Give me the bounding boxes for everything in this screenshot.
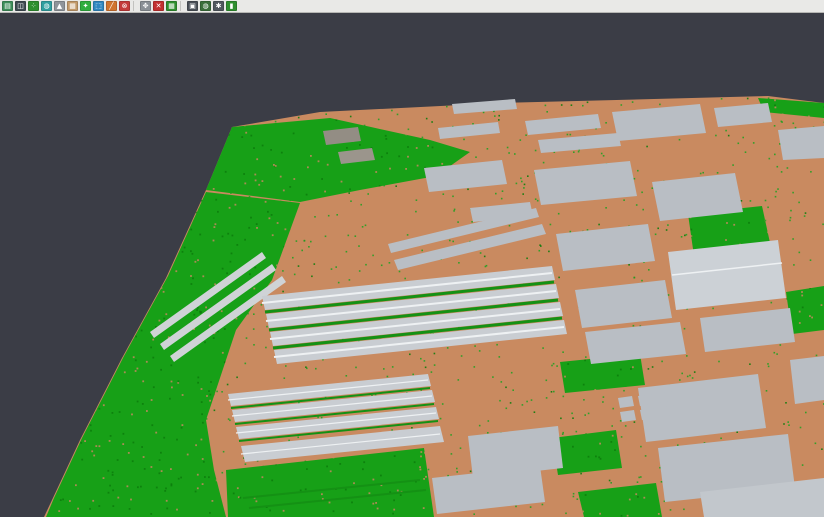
chart-icon[interactable]: ▮ — [226, 1, 237, 11]
toolbar-separator — [180, 1, 184, 11]
delete-selection-icon[interactable]: ⊗ — [119, 1, 130, 11]
building — [778, 126, 824, 160]
toolbar-separator — [133, 1, 137, 11]
small-unit — [620, 410, 636, 422]
building — [668, 240, 786, 310]
small-unit — [618, 396, 634, 408]
navigation-icon[interactable]: ✥ — [140, 1, 151, 11]
viewport-3d[interactable] — [0, 0, 824, 517]
vegetation-patch — [552, 430, 622, 475]
globe-icon[interactable]: ◍ — [200, 1, 211, 11]
ruler-icon[interactable]: ╱ — [106, 1, 117, 11]
building — [790, 356, 824, 404]
small-unit — [658, 391, 674, 403]
region-select-icon[interactable]: ⬚ — [93, 1, 104, 11]
toolbar: ▤◫⁘◍▲▦✦⬚╱⊗✥✕▦▣◍✱▮ — [0, 0, 824, 13]
point-cloud-scene — [0, 0, 824, 517]
grid-icon[interactable]: ▦ — [166, 1, 177, 11]
camera-icon[interactable]: ▣ — [187, 1, 198, 11]
settings-icon[interactable]: ✱ — [213, 1, 224, 11]
classify-icon[interactable]: ✦ — [80, 1, 91, 11]
save-project-icon[interactable]: ◫ — [15, 1, 26, 11]
point-cloud-icon[interactable]: ⁘ — [28, 1, 39, 11]
reset-view-icon[interactable]: ✕ — [153, 1, 164, 11]
small-unit — [660, 405, 676, 417]
small-unit — [638, 394, 654, 406]
small-unit — [640, 408, 656, 420]
dense-cloud-icon[interactable]: ◍ — [41, 1, 52, 11]
application-window: ▤◫⁘◍▲▦✦⬚╱⊗✥✕▦▣◍✱▮ — [0, 0, 824, 517]
mesh-icon[interactable]: ▲ — [54, 1, 65, 11]
open-project-icon[interactable]: ▤ — [2, 1, 13, 11]
texture-icon[interactable]: ▦ — [67, 1, 78, 11]
